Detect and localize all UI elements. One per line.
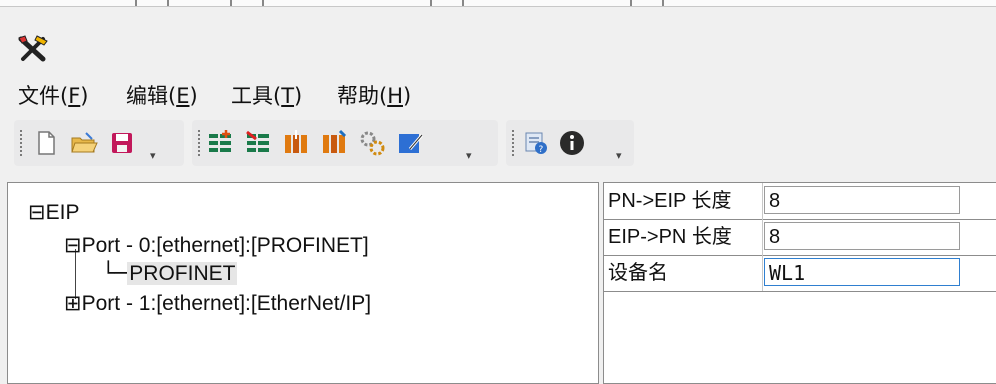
collapse-icon[interactable]: ⊟ [64, 234, 82, 257]
toolbar-file: ▾ [14, 120, 184, 166]
toolbar-help: ? ▾ [506, 120, 634, 166]
toolbar-edit: ▾ [192, 120, 498, 166]
new-file-icon[interactable] [32, 129, 60, 157]
property-label: 设备名 [608, 262, 668, 284]
refresh-help-icon[interactable]: ? [522, 129, 550, 157]
tools-app-icon [18, 35, 48, 62]
property-label: PN->EIP 长度 [608, 190, 732, 212]
edit-note-icon[interactable] [396, 129, 424, 157]
toolbar-overflow-icon[interactable]: ▾ [466, 150, 474, 161]
toolbar-overflow-icon[interactable]: ▾ [150, 150, 158, 161]
property-row: EIP->PN 长度 8 [604, 219, 996, 256]
toolbar-grip[interactable] [512, 130, 516, 156]
column-divider [762, 255, 763, 291]
pn-to-eip-length-input[interactable]: 8 [764, 186, 960, 214]
menu-file[interactable]: 文件(F) [18, 79, 89, 113]
add-node-icon[interactable] [206, 129, 234, 157]
column-divider [762, 183, 763, 219]
property-row: PN->EIP 长度 8 [604, 183, 996, 220]
device-tree[interactable]: ⊟EIP ⊟Port - 0:[ethernet]:[PROFINET] └─P… [7, 182, 599, 384]
title-bar [0, 7, 996, 77]
settings-gear-icon[interactable] [358, 129, 386, 157]
svg-text:?: ? [539, 145, 544, 155]
toolbar-grip[interactable] [20, 130, 24, 156]
property-grid: PN->EIP 长度 8 EIP->PN 长度 8 设备名 WL1 [603, 182, 996, 384]
property-row: 设备名 WL1 [604, 255, 996, 292]
menu-edit[interactable]: 编辑(E) [126, 79, 198, 113]
property-label: EIP->PN 长度 [608, 226, 732, 248]
import-module-icon[interactable] [282, 129, 310, 157]
export-module-icon[interactable] [320, 129, 348, 157]
menu-bar: 文件(F) 编辑(E) 工具(T) 帮助(H) [0, 79, 996, 113]
eip-to-pn-length-input[interactable]: 8 [764, 222, 960, 250]
remove-node-icon[interactable] [244, 129, 272, 157]
tree-node-port0[interactable]: ⊟Port - 0:[ethernet]:[PROFINET] [64, 233, 369, 258]
toolbar-grip[interactable] [198, 130, 202, 156]
open-folder-icon[interactable] [70, 129, 98, 157]
menu-tools[interactable]: 工具(T) [231, 79, 302, 113]
app-window: 文件(F) 编辑(E) 工具(T) 帮助(H) ▾ ▾ ? ▾ ⊟EIP ⊟Po… [0, 6, 996, 384]
column-divider [762, 219, 763, 255]
tree-node-port1[interactable]: ⊞Port - 1:[ethernet]:[EtherNet/IP] [64, 291, 371, 316]
menu-help[interactable]: 帮助(H) [337, 79, 411, 113]
collapse-icon[interactable]: ⊟ [28, 201, 46, 224]
toolbar-overflow-icon[interactable]: ▾ [616, 150, 624, 161]
expand-icon[interactable]: ⊞ [64, 292, 82, 315]
info-icon[interactable] [558, 129, 586, 157]
save-icon[interactable] [108, 129, 136, 157]
tree-node-profinet[interactable]: └─PROFINET [102, 261, 238, 286]
device-name-input[interactable]: WL1 [764, 258, 960, 286]
tree-node-eip[interactable]: ⊟EIP [28, 200, 79, 225]
tree-branch-glyph: └─ [102, 261, 128, 285]
